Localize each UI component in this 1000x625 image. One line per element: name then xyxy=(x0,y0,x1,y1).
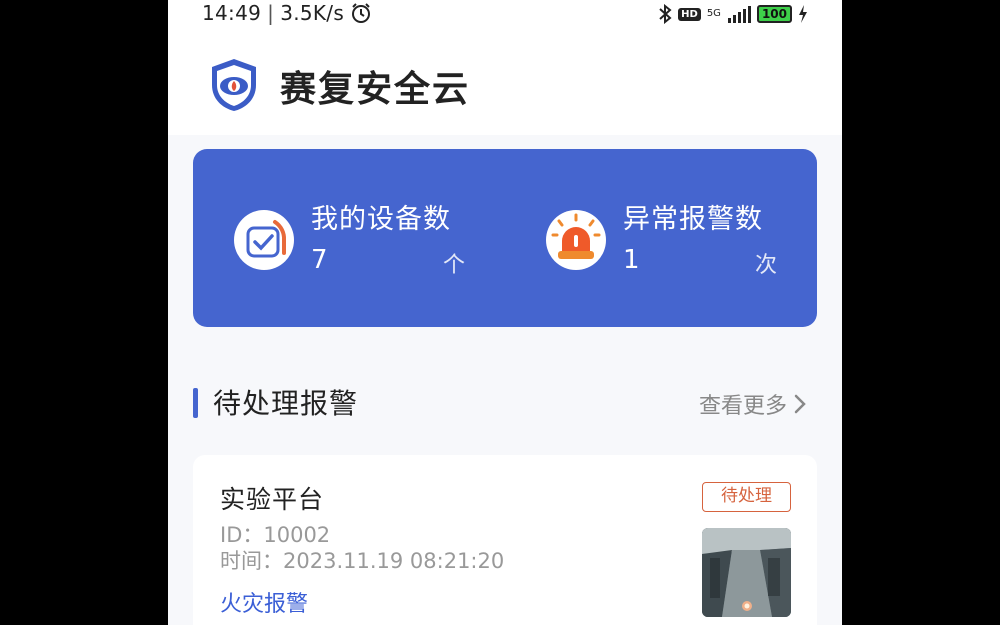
stats-card: 我的设备数 7 个 异常报警数 1 次 xyxy=(193,149,817,327)
pending-alarms-header: 待处理报警 查看更多 xyxy=(193,380,817,424)
snapshot-image xyxy=(702,528,791,617)
status-separator: | xyxy=(267,1,275,25)
section-title: 待处理报警 xyxy=(213,387,359,420)
alarm-time: 时间：2023.11.19 08:21:20 xyxy=(220,549,505,573)
battery-indicator: 100 xyxy=(756,5,792,23)
signal-icon xyxy=(727,6,751,23)
view-more-link[interactable]: 查看更多 xyxy=(699,388,807,420)
alarm-snapshot-thumbnail[interactable] xyxy=(702,528,791,617)
alarm-count-unit: 次 xyxy=(755,253,778,278)
bluetooth-icon xyxy=(659,4,672,24)
alarm-clock-icon xyxy=(352,3,371,23)
status-time: 14:49 xyxy=(202,1,262,25)
app-title: 赛复安全云 xyxy=(280,69,471,110)
device-count-label: 我的设备数 xyxy=(311,204,451,235)
alarm-type: 火灾报警 xyxy=(220,592,309,617)
status-left: 14:49 | 3.5K/s xyxy=(202,1,372,25)
device-count-value: 7 xyxy=(311,245,328,275)
siren-icon xyxy=(546,210,606,270)
hd-badge: HD xyxy=(678,7,701,21)
status-net-speed: 3.5K/s xyxy=(280,1,345,25)
device-count-stat[interactable]: 我的设备数 7 个 xyxy=(193,149,493,327)
status-badge: 待处理 xyxy=(702,482,791,512)
status-bar: 14:49 | 3.5K/s HD 5G 100 xyxy=(168,0,842,30)
status-right: HD 5G 100 xyxy=(658,4,808,24)
phone-screen: 14:49 | 3.5K/s HD 5G 100 赛复安全云 我的设备数 7 个… xyxy=(168,0,842,625)
app-header: 赛复安全云 xyxy=(168,30,842,135)
chevron-right-icon xyxy=(794,394,806,414)
network-indicator: 5G xyxy=(707,9,721,19)
view-more-label: 查看更多 xyxy=(698,394,787,419)
network-type: 5G xyxy=(706,8,721,19)
alarm-device-name: 实验平台 xyxy=(220,485,325,514)
device-count-unit: 个 xyxy=(443,253,466,278)
section-accent-bar xyxy=(193,388,198,418)
alarm-count-value: 1 xyxy=(623,245,640,275)
alarm-count-stat[interactable]: 异常报警数 1 次 xyxy=(505,149,805,327)
shield-eye-icon xyxy=(212,59,256,111)
device-check-icon xyxy=(234,210,294,270)
charging-icon xyxy=(799,5,807,23)
alarm-count-label: 异常报警数 xyxy=(623,204,763,235)
alarm-list-item[interactable]: 实验平台 ID：10002 时间：2023.11.19 08:21:20 火灾报… xyxy=(193,455,817,625)
